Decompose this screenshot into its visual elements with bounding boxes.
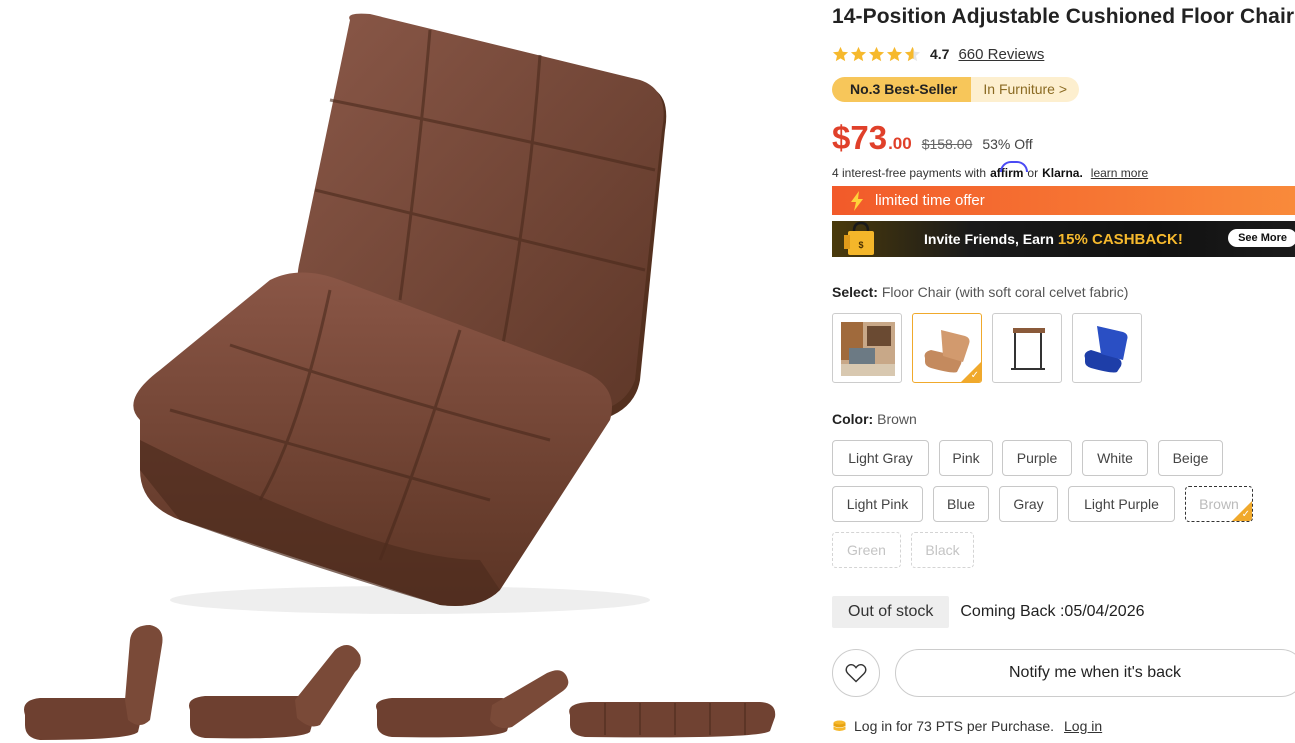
reviews-link[interactable]: 660 Reviews [958, 46, 1044, 63]
price-row: $73 .00 $158.00 53% Off [832, 119, 1033, 159]
thumbnail-low-recline[interactable] [372, 665, 572, 743]
star-icon [868, 46, 885, 61]
see-more-button[interactable]: See More [1228, 229, 1295, 247]
affirm-logo: affirm [990, 161, 1029, 180]
product-details: 14-Position Adjustable Cushioned Floor C… [832, 0, 1295, 743]
discount-label: 53% Off [982, 136, 1033, 152]
variant-blue-floor-chair[interactable] [1072, 313, 1142, 383]
price-main: $73 [832, 119, 888, 156]
invite-friends-banner[interactable]: $ Invite Friends, Earn 15% CASHBACK! See… [832, 221, 1295, 257]
svg-text:$: $ [858, 240, 863, 250]
bestseller-rank: No.3 Best-Seller [832, 77, 972, 102]
points-text: Log in for 73 PTS per Purchase. [854, 718, 1054, 734]
color-option-black[interactable]: Black [911, 532, 974, 568]
star-icon [832, 46, 849, 61]
color-option-purple[interactable]: Purple [1002, 440, 1072, 476]
thumbnail-upright[interactable] [20, 620, 170, 743]
color-option-green[interactable]: Green [832, 532, 901, 568]
klarna-logo: Klarna. [1042, 166, 1083, 180]
invite-prefix: Invite Friends, Earn [924, 230, 1054, 247]
notify-me-button[interactable]: Notify me when it's back [895, 649, 1295, 697]
limited-offer-text: limited time offer [875, 192, 985, 209]
bolt-icon [851, 190, 863, 211]
installment-row: 4 interest-free payments with affirm or … [832, 161, 1148, 182]
variant-floor-chair[interactable]: ✓ [912, 313, 982, 383]
color-option-light-purple[interactable]: Light Purple [1068, 486, 1175, 522]
out-of-stock-badge: Out of stock [832, 596, 950, 628]
thumbnail-reclined[interactable] [185, 640, 365, 743]
star-rating [832, 46, 921, 63]
variant-side-table[interactable] [992, 313, 1062, 383]
check-icon: ✓ [1241, 509, 1250, 520]
star-icon [850, 46, 867, 61]
bestseller-badge[interactable]: No.3 Best-Seller In Furniture > [832, 77, 1080, 102]
bestseller-category[interactable]: In Furniture > [971, 77, 1080, 102]
color-label: Color: Brown [832, 411, 917, 427]
login-link[interactable]: Log in [1064, 718, 1102, 734]
color-option-pink[interactable]: Pink [939, 440, 993, 476]
price-cents: .00 [888, 134, 912, 153]
rating-value: 4.7 [930, 46, 950, 62]
invite-cashback: 15% CASHBACK! [1057, 230, 1183, 248]
invite-text: Invite Friends, Earn 15% CASHBACK! [924, 231, 1183, 248]
color-option-light-gray[interactable]: Light Gray [832, 440, 929, 476]
color-option-gray[interactable]: Gray [999, 486, 1058, 522]
star-icon [886, 46, 903, 61]
learn-more-link[interactable]: learn more [1091, 166, 1148, 180]
variant-options: ✓ [832, 313, 1142, 383]
select-label: Select: Floor Chair (with soft coral cel… [832, 284, 1128, 300]
variant-room-scene[interactable] [832, 313, 902, 383]
color-option-beige[interactable]: Beige [1158, 440, 1223, 476]
thumbnail-flat[interactable] [565, 695, 780, 743]
wishlist-button[interactable] [832, 649, 880, 697]
color-option-light-pink[interactable]: Light Pink [832, 486, 923, 522]
installment-text: 4 interest-free payments with [832, 166, 987, 180]
color-option-blue[interactable]: Blue [933, 486, 989, 522]
or-text: or [1027, 166, 1039, 180]
gift-bag-icon: $ [844, 221, 874, 255]
heart-icon [845, 663, 867, 683]
rating-row: 4.7 660 Reviews [832, 43, 1044, 65]
color-label-value: Brown [877, 411, 917, 427]
color-option-white[interactable]: White [1082, 440, 1148, 476]
limited-offer-banner: limited time offer [832, 186, 1295, 215]
select-label-title: Select: [832, 284, 878, 300]
product-gallery [0, 0, 790, 743]
star-half-icon [904, 46, 921, 61]
color-label-title: Color: [832, 411, 874, 427]
select-label-value: Floor Chair (with soft coral celvet fabr… [881, 284, 1129, 300]
check-icon: ✓ [970, 370, 979, 381]
main-product-image[interactable] [80, 0, 700, 620]
coming-back-date: Coming Back :05/04/2026 [960, 603, 1145, 620]
stock-row: Out of stock Coming Back :05/04/2026 [832, 596, 1145, 628]
coin-icon [833, 720, 846, 731]
product-title: 14-Position Adjustable Cushioned Floor C… [832, 5, 1295, 28]
original-price: $158.00 [921, 136, 973, 152]
points-row: Log in for 73 PTS per Purchase. Log in [832, 718, 1102, 734]
variant-side-table-image [1011, 328, 1045, 370]
color-option-brown[interactable]: Brown ✓ [1185, 486, 1253, 522]
variant-blue-floor-chair-image [1084, 326, 1128, 373]
variant-room-scene-image [841, 322, 895, 376]
thumbnail-strip [0, 615, 790, 743]
